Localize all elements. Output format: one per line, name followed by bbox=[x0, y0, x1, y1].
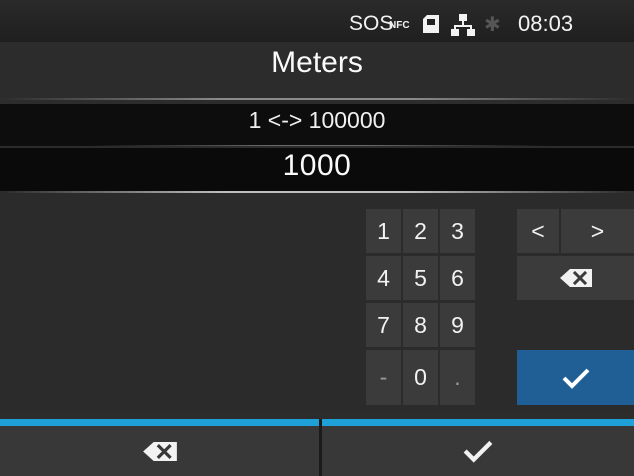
nfc-icon: NFC bbox=[389, 20, 410, 31]
divider bbox=[0, 98, 634, 100]
key-0[interactable]: 0 bbox=[403, 350, 438, 405]
bluetooth-icon: ✱ bbox=[484, 14, 501, 36]
key-3[interactable]: 3 bbox=[440, 209, 475, 253]
check-icon bbox=[463, 440, 493, 463]
key-4[interactable]: 4 bbox=[366, 256, 401, 300]
backspace-icon bbox=[559, 269, 592, 287]
range-label: 1 <-> 100000 bbox=[248, 107, 386, 133]
clock: 08:03 bbox=[518, 11, 574, 36]
footer-backspace-button[interactable] bbox=[0, 426, 319, 476]
key-7[interactable]: 7 bbox=[366, 303, 401, 347]
keypad-enter-button[interactable] bbox=[517, 350, 634, 405]
key-8[interactable]: 8 bbox=[403, 303, 438, 347]
check-icon bbox=[562, 368, 589, 389]
footer-accent-left bbox=[0, 419, 319, 426]
backspace-icon bbox=[142, 441, 177, 461]
footer-confirm-button[interactable] bbox=[322, 426, 634, 476]
key-decimal[interactable]: . bbox=[440, 350, 475, 405]
page-title: Meters bbox=[271, 46, 363, 79]
cursor-left-button[interactable]: < bbox=[517, 209, 559, 253]
divider bbox=[80, 145, 554, 146]
sos-indicator: SOS bbox=[349, 12, 394, 35]
status-bar: SOS NFC ✱ 08:03 bbox=[0, 0, 634, 42]
key-5[interactable]: 5 bbox=[403, 256, 438, 300]
network-icon bbox=[451, 14, 475, 36]
footer-accent-right bbox=[322, 419, 634, 426]
value-display[interactable]: 1000 bbox=[0, 149, 634, 183]
cursor-right-button[interactable]: > bbox=[561, 209, 634, 253]
key-6[interactable]: 6 bbox=[440, 256, 475, 300]
backspace-button[interactable] bbox=[517, 256, 634, 300]
key-minus[interactable]: - bbox=[366, 350, 401, 405]
sd-card-icon bbox=[423, 15, 439, 33]
key-2[interactable]: 2 bbox=[403, 209, 438, 253]
key-1[interactable]: 1 bbox=[366, 209, 401, 253]
key-9[interactable]: 9 bbox=[440, 303, 475, 347]
